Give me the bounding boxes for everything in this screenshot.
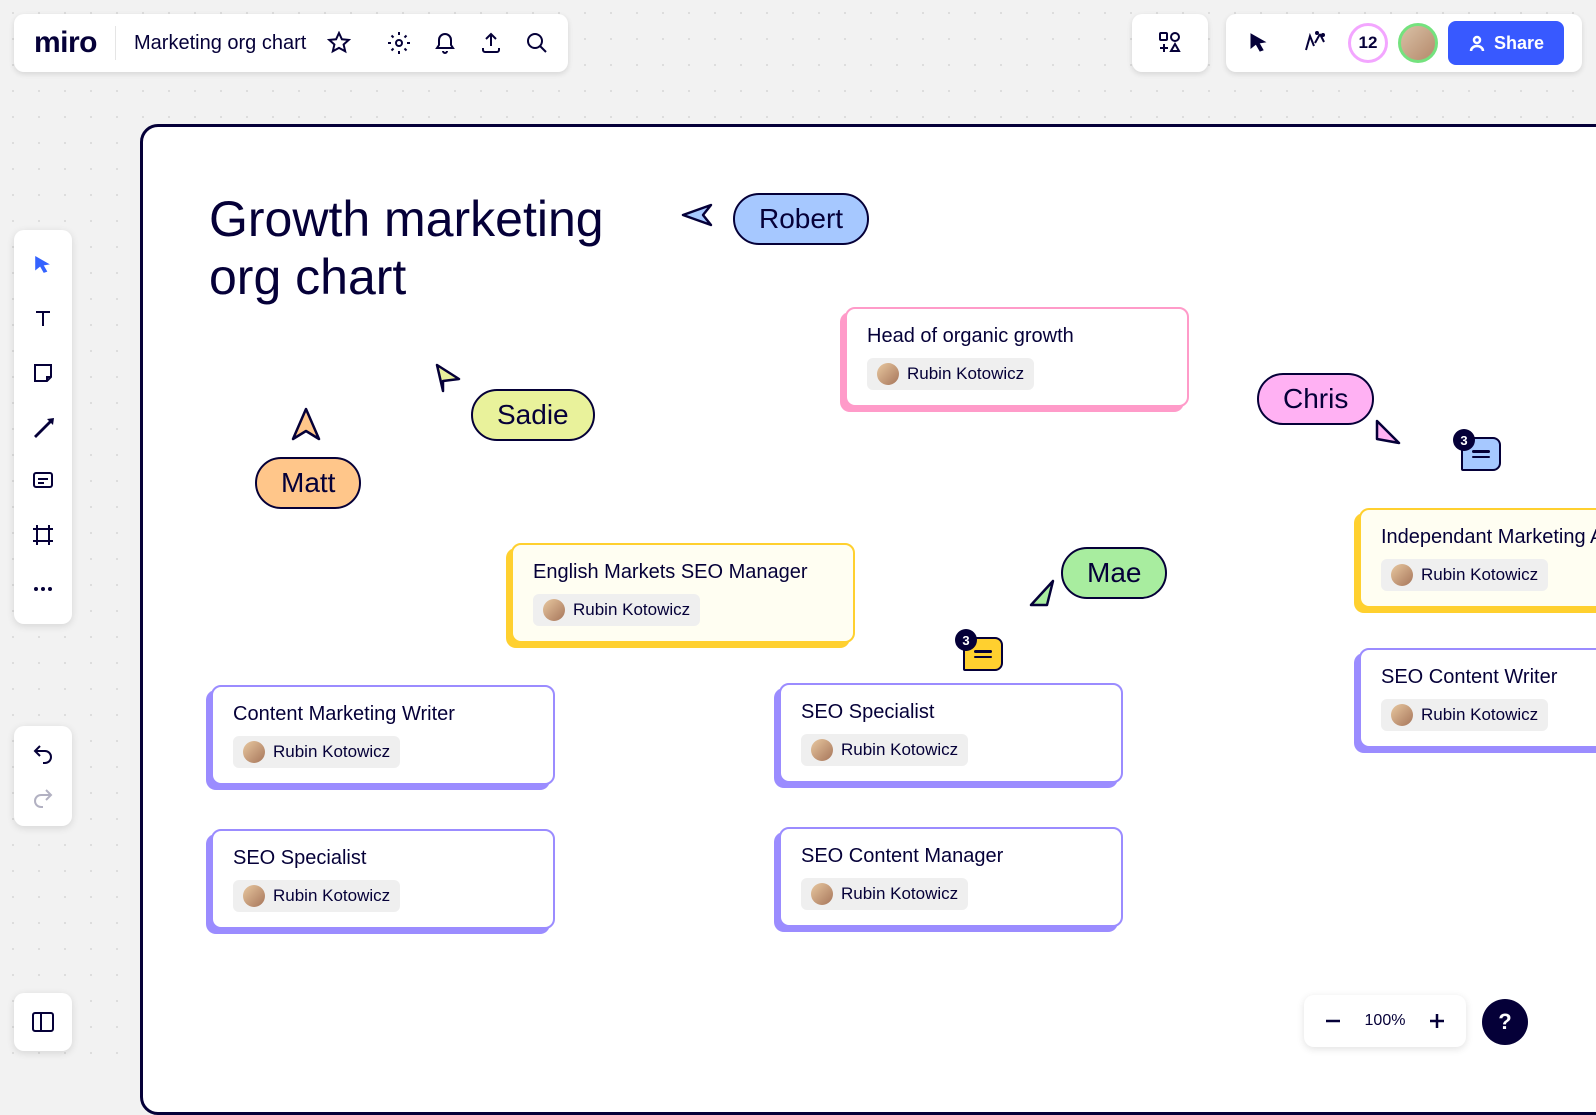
node-role: SEO Content Manager [801, 845, 1101, 868]
person-name: Rubin Kotowicz [273, 886, 390, 906]
left-toolbar [14, 230, 72, 624]
undo-redo-panel [14, 726, 72, 826]
avatar-icon [243, 741, 265, 763]
person-tag: Rubin Kotowicz [533, 594, 700, 626]
presence-bar: 12 Share [1226, 14, 1582, 72]
collaborator-label: Robert [759, 203, 843, 234]
collaborator-label: Mae [1087, 557, 1141, 588]
collaborator-robert: Robert [733, 193, 869, 245]
person-tag: Rubin Kotowicz [1381, 559, 1548, 591]
node-role: Head of organic growth [867, 325, 1167, 348]
node-independent-marketing[interactable]: Independant Marketing Analyst Rubin Koto… [1359, 508, 1596, 608]
board-frame[interactable]: Growth marketing org chart Robert Sadie … [140, 124, 1596, 1115]
cursor-matt-icon [291, 407, 321, 443]
node-english-seo-manager[interactable]: English Markets SEO Manager Rubin Kotowi… [511, 543, 855, 643]
node-seo-specialist-top[interactable]: SEO Specialist Rubin Kotowicz [779, 683, 1123, 783]
tool-select[interactable] [20, 238, 66, 292]
person-name: Rubin Kotowicz [273, 742, 390, 762]
collaborator-matt: Matt [255, 457, 361, 509]
help-label: ? [1498, 1009, 1511, 1035]
comment-count-badge: 3 [955, 629, 977, 651]
node-seo-content-writer[interactable]: SEO Content Writer Rubin Kotowicz [1359, 648, 1596, 748]
person-name: Rubin Kotowicz [573, 600, 690, 620]
comment-bubble-blue[interactable]: 3 [1461, 437, 1501, 471]
cursor-mae-icon [1027, 577, 1057, 609]
collaborator-label: Sadie [497, 399, 569, 430]
notifications-icon[interactable] [422, 20, 468, 66]
avatar-icon [243, 885, 265, 907]
cursor-chris-icon [1373, 417, 1403, 449]
cursor-robert-icon [681, 201, 715, 229]
node-content-marketing-writer[interactable]: Content Marketing Writer Rubin Kotowicz [211, 685, 555, 785]
header-left: miro Marketing org chart [14, 14, 568, 72]
help-button[interactable]: ? [1482, 999, 1528, 1045]
settings-icon[interactable] [376, 20, 422, 66]
cursor-presence-icon[interactable] [1236, 20, 1282, 66]
node-role: SEO Specialist [801, 701, 1101, 724]
zoom-out-button[interactable] [1316, 998, 1350, 1044]
tool-comment[interactable] [20, 454, 66, 508]
person-name: Rubin Kotowicz [907, 364, 1024, 384]
node-role: SEO Specialist [233, 847, 533, 870]
collaborator-sadie: Sadie [471, 389, 595, 441]
avatar-icon [543, 599, 565, 621]
participant-count[interactable]: 12 [1348, 23, 1388, 63]
frame-title[interactable]: Growth marketing org chart [209, 191, 629, 306]
share-label: Share [1494, 33, 1544, 54]
zoom-in-button[interactable] [1420, 998, 1454, 1044]
collaborator-label: Matt [281, 467, 335, 498]
board-title[interactable]: Marketing org chart [116, 32, 316, 55]
tool-connection-line[interactable] [20, 400, 66, 454]
avatar-icon [811, 739, 833, 761]
node-head-organic-growth[interactable]: Head of organic growth Rubin Kotowicz [845, 307, 1189, 407]
redo-button[interactable] [20, 776, 66, 820]
star-icon[interactable] [316, 20, 362, 66]
export-icon[interactable] [468, 20, 514, 66]
collaborator-chris: Chris [1257, 373, 1374, 425]
person-name: Rubin Kotowicz [1421, 705, 1538, 725]
tool-text[interactable] [20, 292, 66, 346]
person-tag: Rubin Kotowicz [801, 878, 968, 910]
zoom-controls: 100% [1304, 995, 1466, 1047]
person-tag: Rubin Kotowicz [801, 734, 968, 766]
node-role: English Markets SEO Manager [533, 561, 833, 584]
tool-frame[interactable] [20, 508, 66, 562]
comment-bubble-yellow[interactable]: 3 [963, 637, 1003, 671]
node-role: SEO Content Writer [1381, 666, 1596, 689]
undo-button[interactable] [20, 732, 66, 776]
zoom-level[interactable]: 100% [1360, 1012, 1410, 1030]
tool-more[interactable] [20, 562, 66, 616]
node-role: Independant Marketing Analyst [1381, 526, 1596, 549]
avatar-icon [811, 883, 833, 905]
person-tag: Rubin Kotowicz [867, 358, 1034, 390]
person-tag: Rubin Kotowicz [233, 880, 400, 912]
share-button[interactable]: Share [1448, 21, 1564, 65]
node-role: Content Marketing Writer [233, 703, 533, 726]
node-seo-content-manager[interactable]: SEO Content Manager Rubin Kotowicz [779, 827, 1123, 927]
hide-panels-button[interactable] [14, 993, 72, 1051]
reactions-icon[interactable] [1292, 20, 1338, 66]
avatar-icon [1391, 564, 1413, 586]
collaborator-label: Chris [1283, 383, 1348, 414]
user-avatar[interactable] [1398, 23, 1438, 63]
person-name: Rubin Kotowicz [841, 740, 958, 760]
logo[interactable]: miro [14, 26, 115, 60]
person-name: Rubin Kotowicz [841, 884, 958, 904]
apps-button[interactable] [1132, 14, 1208, 72]
cursor-sadie-icon [433, 361, 463, 393]
person-name: Rubin Kotowicz [1421, 565, 1538, 585]
person-tag: Rubin Kotowicz [233, 736, 400, 768]
search-icon[interactable] [514, 20, 560, 66]
tool-sticky-note[interactable] [20, 346, 66, 400]
comment-count-badge: 3 [1453, 429, 1475, 451]
node-seo-specialist-bottom[interactable]: SEO Specialist Rubin Kotowicz [211, 829, 555, 929]
avatar-icon [877, 363, 899, 385]
avatar-icon [1391, 704, 1413, 726]
collaborator-mae: Mae [1061, 547, 1167, 599]
person-tag: Rubin Kotowicz [1381, 699, 1548, 731]
